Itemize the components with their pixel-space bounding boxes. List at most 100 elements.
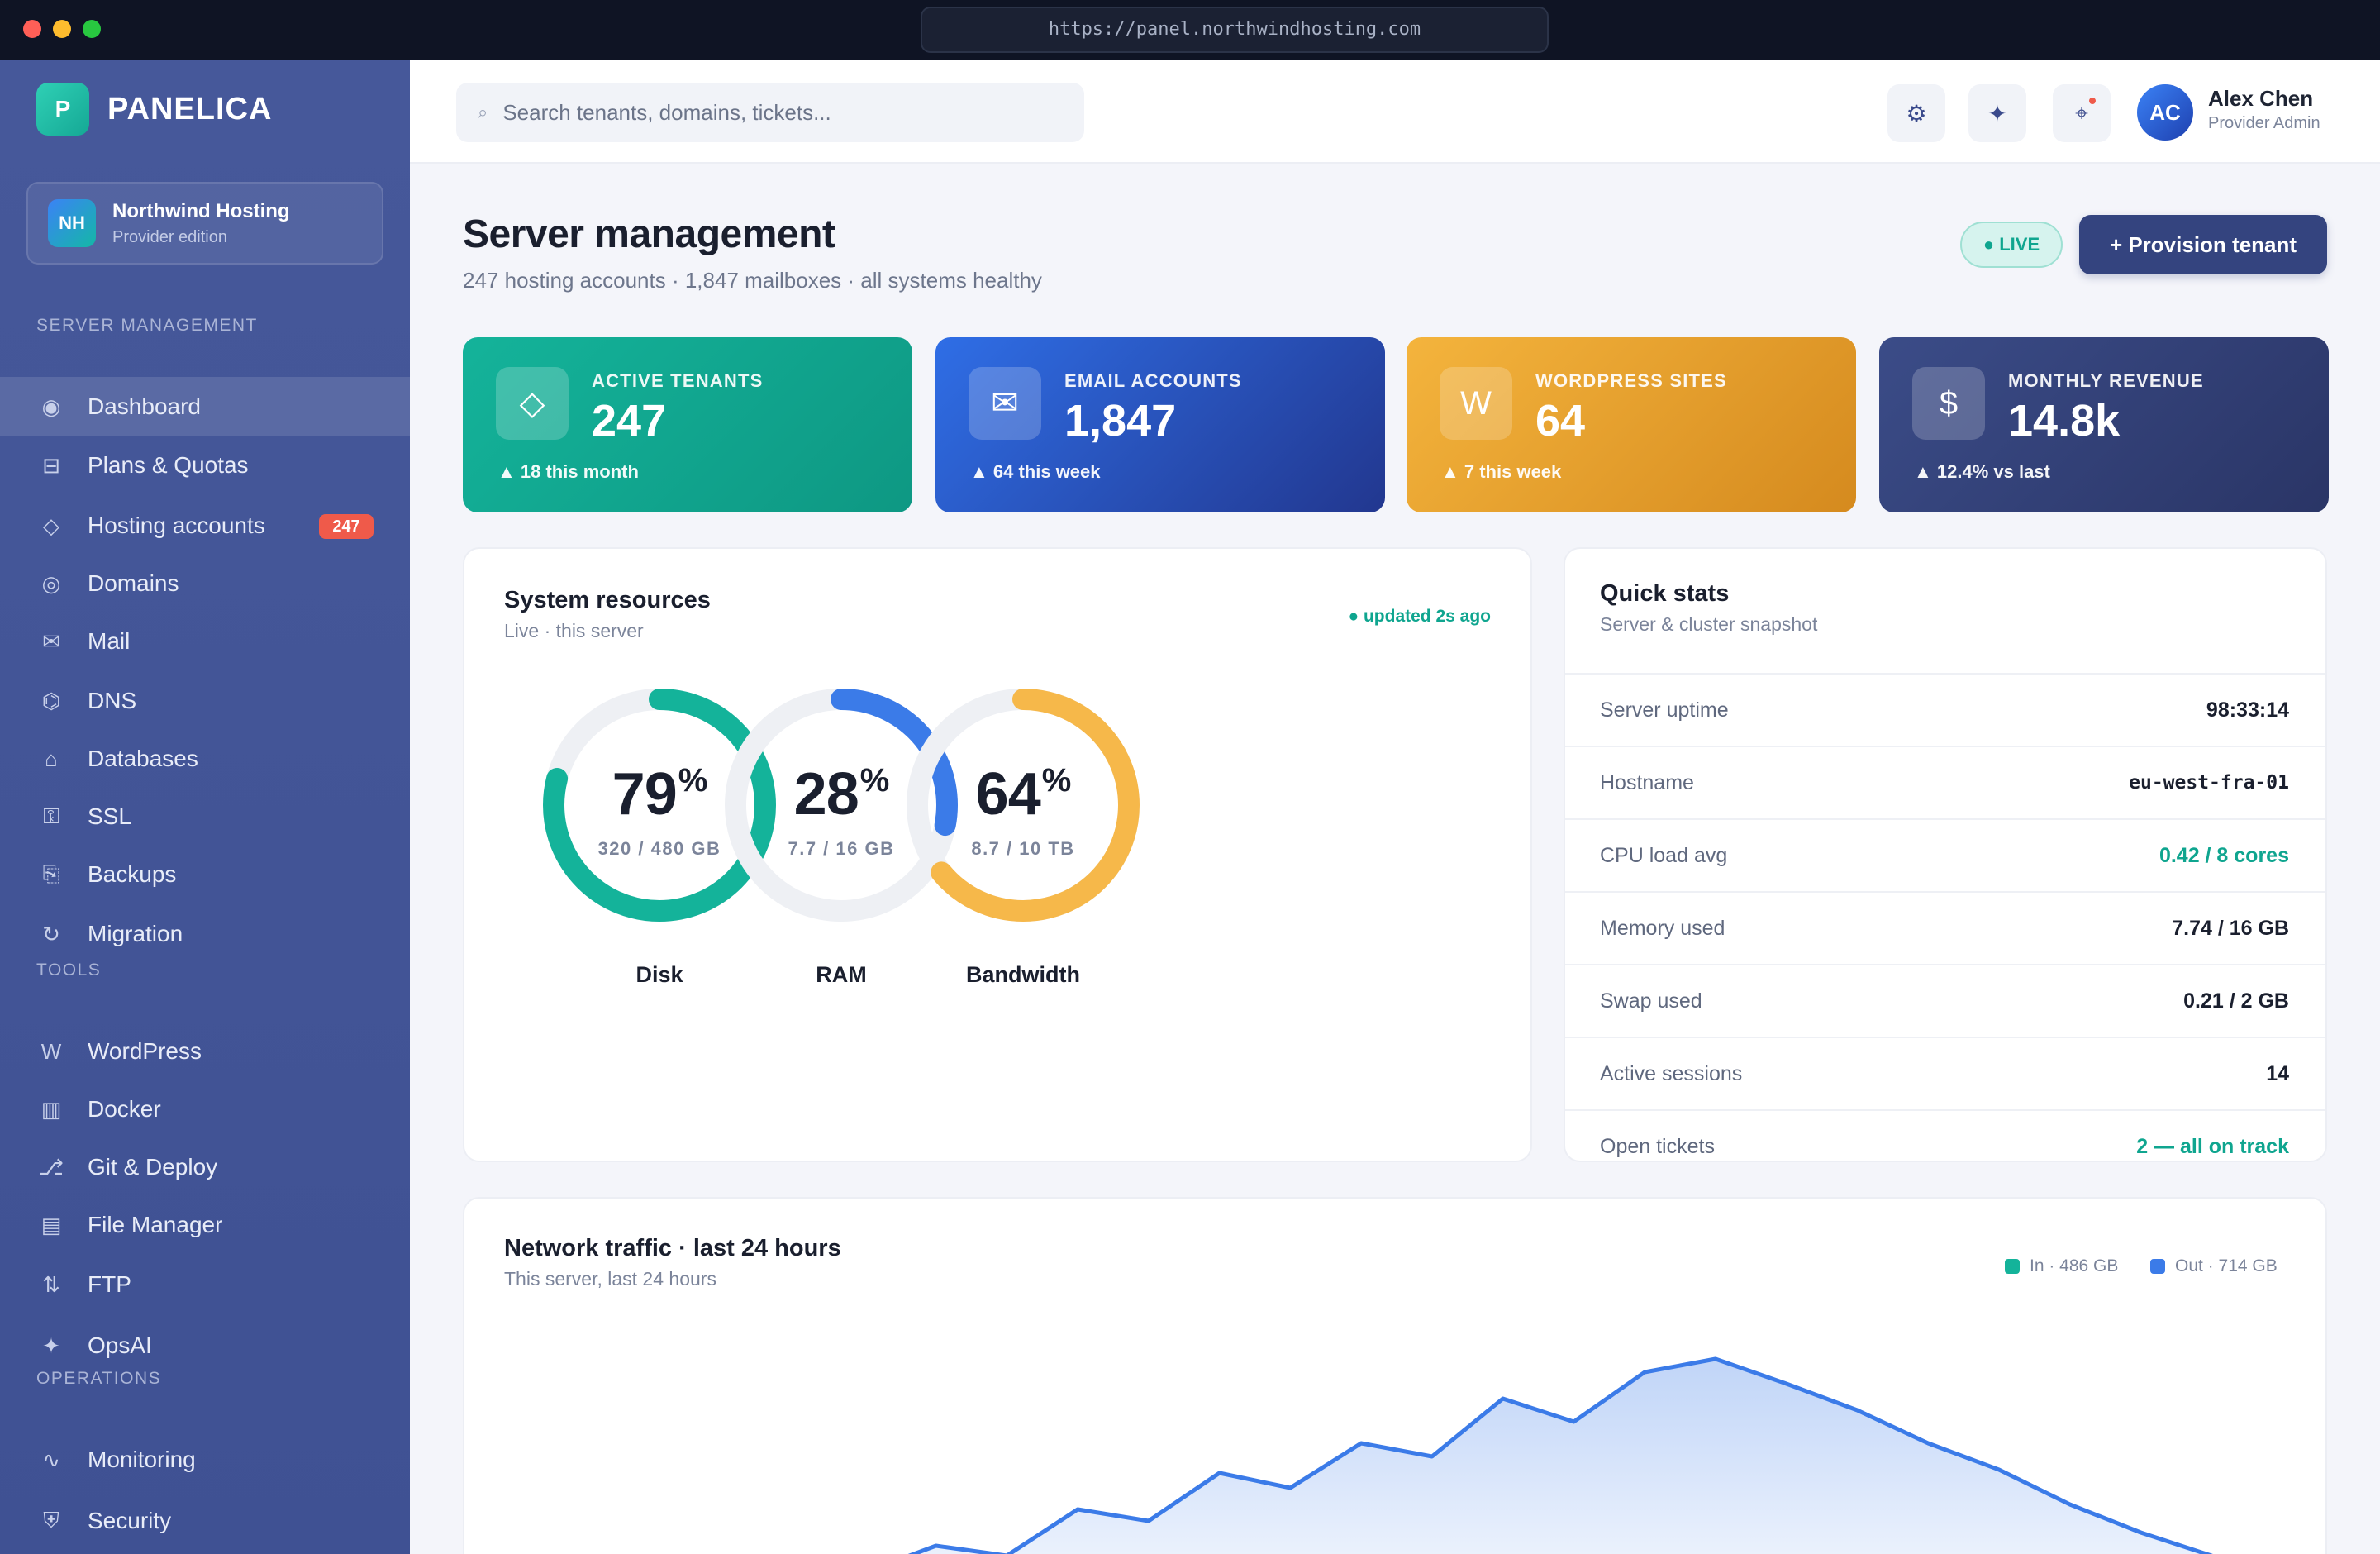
quick-stat-label: Server uptime [1600, 698, 1729, 722]
sidebar-item-label: Git & Deploy [88, 1154, 218, 1180]
sidebar-item-label: Databases [88, 746, 198, 771]
avatar[interactable]: AC [2137, 84, 2193, 141]
address-bar[interactable]: https://panel.northwindhosting.com [921, 7, 1549, 53]
tenants-icon: ◇ [496, 367, 569, 440]
org-switcher[interactable]: NH Northwind Hosting Provider edition [26, 182, 383, 265]
stat-card-email-accounts[interactable]: ✉ EMAIL ACCOUNTS 1,847 ▲ 64 this week [935, 337, 1385, 512]
stat-label: MONTHLY REVENUE [2008, 370, 2204, 391]
stat-delta: ▲ 64 this week [970, 461, 1101, 482]
sidebar-item-migration[interactable]: ↻ Migration [0, 904, 410, 964]
quick-stat-row: Swap used 0.21 / 2 GB [1565, 964, 2325, 1037]
notifications-button[interactable]: ⌖ [2053, 84, 2111, 142]
live-status-badge: ● LIVE [1960, 222, 2063, 268]
quick-stat-row: Hostname eu-west-fra-01 [1565, 746, 2325, 818]
sidebar-item-label: FTP [88, 1271, 131, 1297]
sidebar-item-label: Docker [88, 1096, 161, 1122]
quick-stat-row: Server uptime 98:33:14 [1565, 673, 2325, 746]
sidebar-item-label: SSL [88, 803, 131, 829]
sidebar-item-dashboard[interactable]: ◉ Dashboard [0, 377, 410, 436]
hosting-icon: ◇ [43, 512, 60, 538]
sidebar-item-mail[interactable]: ✉ Mail [0, 612, 410, 671]
org-name: Northwind Hosting [112, 199, 290, 222]
docker-icon: ▥ [40, 1096, 62, 1122]
sidebar-item-monitoring[interactable]: ∿ Monitoring [0, 1430, 410, 1490]
quick-stat-value: eu-west-fra-01 [2129, 772, 2289, 794]
top-bar: ⌕ ⚙ ✦ ⌖ AC Alex Chen Provider Admin [410, 60, 2380, 164]
file-manager-icon: ▤ [40, 1212, 62, 1237]
user-name[interactable]: Alex Chen [2208, 86, 2313, 112]
sidebar-item-git-deploy[interactable]: ⎇ Git & Deploy [0, 1137, 410, 1197]
gauge-bandwidth: 64% 8.7 / 10 TB Bandwidth [899, 681, 1147, 1012]
sidebar-item-ssl[interactable]: ⚿ SSL [0, 787, 410, 846]
sidebar-item-label: WordPress [88, 1038, 202, 1064]
sidebar-item-domains[interactable]: ◎ Domains [0, 554, 410, 613]
ai-sparkle-icon: ✦ [1987, 100, 2007, 126]
stat-label: ACTIVE TENANTS [592, 370, 764, 391]
search-input[interactable] [502, 99, 1040, 126]
sidebar-item-plans-quotas[interactable]: ⊟ Plans & Quotas [0, 436, 410, 495]
sidebar-item-databases[interactable]: ⌂ Databases [0, 729, 410, 789]
window-minimize-button[interactable] [53, 20, 71, 38]
sidebar-item-file-manager[interactable]: ▤ File Manager [0, 1195, 410, 1255]
sidebar-item-label: Domains [88, 570, 179, 596]
migration-icon: ↻ [42, 921, 60, 946]
gauge-value: 64% [899, 760, 1147, 828]
count-badge: 247 [319, 514, 374, 539]
search-box[interactable]: ⌕ [456, 83, 1084, 142]
brand-logo: P [36, 83, 89, 136]
notification-dot [2089, 98, 2096, 104]
brand-name: PANELICA [107, 91, 273, 126]
dollar-icon: $ [1912, 367, 1985, 440]
gauge-unit: % [678, 762, 708, 798]
panel-subtitle: Live · this server [504, 620, 644, 641]
sidebar-item-wordpress[interactable]: W WordPress [0, 1022, 410, 1081]
gauge-unit: % [859, 762, 890, 798]
database-icon: ⌂ [45, 746, 58, 771]
sidebar-item-ftp[interactable]: ⇅ FTP [0, 1255, 410, 1314]
quick-stat-label: Open tickets [1600, 1134, 1715, 1158]
sidebar-item-label: Mail [88, 628, 131, 654]
shield-icon: ⛨ [43, 1508, 60, 1533]
quick-stat-value: 98:33:14 [2206, 698, 2289, 722]
quick-stat-value: 0.21 / 2 GB [2183, 989, 2289, 1013]
monitoring-icon: ∿ [42, 1447, 60, 1472]
gauge-number: 28 [793, 761, 859, 827]
sidebar-item-hosting-accounts[interactable]: ◇ Hosting accounts 247 [0, 496, 410, 555]
quick-stat-value: 7.74 / 16 GB [2172, 916, 2289, 940]
sidebar-item-backups[interactable]: ⎘ Backups [0, 845, 410, 904]
sidebar-item-dns[interactable]: ⌬ DNS [0, 671, 410, 731]
dns-icon: ⌬ [41, 688, 61, 713]
sparkle-icon: ✦ [42, 1332, 60, 1358]
user-role: Provider Admin [2208, 114, 2320, 132]
quick-stat-row: Memory used 7.74 / 16 GB [1565, 891, 2325, 964]
quick-stat-value: 14 [2266, 1061, 2289, 1085]
sidebar-item-opsai[interactable]: ✦ OpsAI [0, 1316, 410, 1375]
sidebar-item-docker[interactable]: ▥ Docker [0, 1080, 410, 1139]
sidebar-section-title: SERVER MANAGEMENT [36, 316, 258, 335]
window-close-button[interactable] [23, 20, 41, 38]
sidebar-item-label: DNS [88, 688, 137, 713]
email-icon: ✉ [969, 367, 1041, 440]
page-subtitle: 247 hosting accounts · 1,847 mailboxes ·… [463, 268, 1042, 293]
settings-button[interactable]: ⚙ [1887, 84, 1945, 142]
main-content: ⌕ ⚙ ✦ ⌖ AC Alex Chen Provider Admin Serv… [410, 60, 2380, 1554]
stat-delta: ▲ 7 this week [1441, 461, 1562, 482]
stat-card-active-tenants[interactable]: ◇ ACTIVE TENANTS 247 ▲ 18 this month [463, 337, 912, 512]
quick-stat-row: CPU load avg 0.42 / 8 cores [1565, 818, 2325, 891]
stat-card-wordpress-sites[interactable]: W WORDPRESS SITES 64 ▲ 7 this week [1407, 337, 1856, 512]
stat-card-monthly-revenue[interactable]: $ MONTHLY REVENUE 14.8k ▲ 12.4% vs last [1879, 337, 2329, 512]
org-logo: NH [48, 199, 96, 247]
panel-subtitle: Server & cluster snapshot [1600, 613, 1818, 635]
ftp-icon: ⇅ [42, 1271, 60, 1297]
provision-tenant-button[interactable]: + Provision tenant [2079, 215, 2327, 274]
ai-assistant-button[interactable]: ✦ [1968, 84, 2026, 142]
quick-stat-label: CPU load avg [1600, 843, 1728, 867]
window-maximize-button[interactable] [83, 20, 101, 38]
stat-label: WORDPRESS SITES [1535, 370, 1727, 391]
wordpress-icon: W [1440, 367, 1512, 440]
brand[interactable]: P PANELICA [36, 83, 272, 136]
sidebar: P PANELICA NH Northwind Hosting Provider… [0, 60, 410, 1554]
sidebar-item-security[interactable]: ⛨ Security [0, 1491, 410, 1551]
quick-stat-value: 2 — all on track [2136, 1134, 2289, 1158]
plans-icon: ⊟ [42, 452, 60, 478]
